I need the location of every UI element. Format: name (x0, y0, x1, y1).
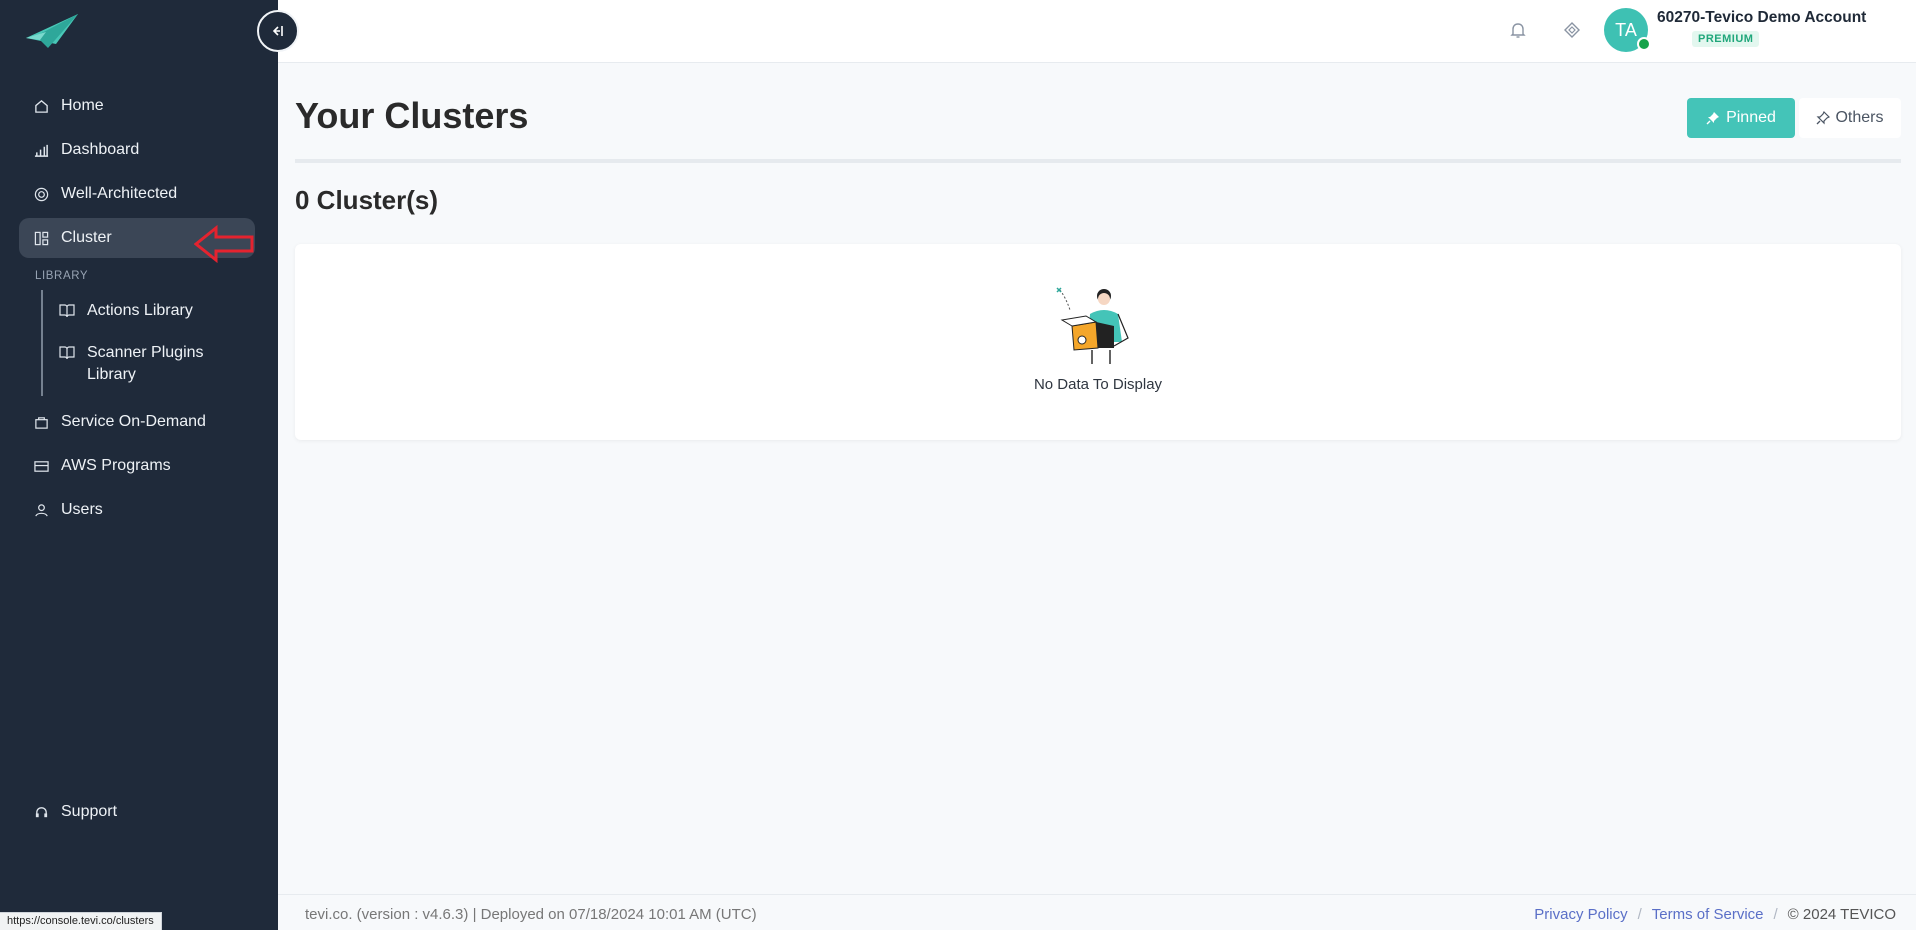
sidebar-item-label: Support (61, 803, 118, 820)
terms-of-service-link[interactable]: Terms of Service (1652, 906, 1764, 923)
sidebar-item-label: Users (61, 501, 103, 518)
home-icon (33, 98, 49, 114)
card-icon (33, 458, 49, 474)
online-status-dot (1637, 37, 1651, 51)
pinned-label: Pinned (1726, 109, 1776, 126)
headset-icon (33, 804, 49, 820)
book-icon (59, 303, 75, 319)
sidebar-item-home[interactable]: Home (19, 86, 255, 126)
footer-links: Privacy Policy / Terms of Service / © 20… (1534, 906, 1896, 923)
sidebar-item-scanner-plugins-library[interactable]: Scanner Plugins Library (41, 332, 255, 396)
sidebar-item-label: Cluster (61, 229, 112, 246)
bell-icon[interactable] (1508, 20, 1528, 40)
collapse-left-icon (272, 26, 283, 36)
sidebar-item-users[interactable]: Users (19, 490, 255, 530)
sidebar-item-label: Service On-Demand (61, 413, 206, 430)
plan-badge: PREMIUM (1692, 31, 1760, 47)
sidebar-section-library: LIBRARY (35, 270, 89, 282)
version-info: tevi.co. (version : v4.6.3) | Deployed o… (305, 906, 757, 923)
pin-outline-icon (1817, 111, 1831, 125)
sidebar-item-label: AWS Programs (61, 457, 171, 474)
others-toggle-button[interactable]: Others (1799, 98, 1901, 138)
empty-box-illustration-icon (1056, 287, 1129, 364)
sidebar-item-actions-library[interactable]: Actions Library (41, 290, 255, 332)
diamond-icon[interactable] (1562, 20, 1582, 40)
grid-icon (33, 230, 49, 246)
collapse-sidebar-button[interactable] (257, 10, 299, 52)
page-title: Your Clusters (295, 95, 529, 136)
user-icon (33, 502, 49, 518)
bar-chart-icon (33, 142, 49, 158)
sidebar-item-label: Dashboard (61, 141, 140, 158)
footer-separator: / (1637, 906, 1642, 923)
account-name[interactable]: 60270-Tevico Demo Account (1657, 9, 1866, 27)
pin-icon (1706, 112, 1720, 125)
target-icon (33, 186, 49, 202)
sidebar-item-dashboard[interactable]: Dashboard (19, 130, 255, 170)
sidebar-item-well-architected[interactable]: Well-Architected (19, 174, 255, 214)
privacy-policy-link[interactable]: Privacy Policy (1534, 906, 1627, 923)
book-icon (59, 345, 75, 361)
header-divider (295, 159, 1901, 163)
browser-status-url: https://console.tevi.co/clusters (0, 912, 162, 930)
footer-separator: / (1773, 906, 1778, 923)
sidebar-item-service-on-demand[interactable]: Service On-Demand (19, 402, 255, 442)
cluster-count: 0 Cluster(s) (295, 185, 439, 215)
logo-icon[interactable] (26, 14, 80, 48)
sidebar: Home Dashboard Well-Architected Cluster … (0, 0, 278, 930)
footer: tevi.co. (version : v4.6.3) | Deployed o… (278, 894, 1916, 930)
empty-state-text: No Data To Display (1033, 376, 1163, 393)
bag-icon (33, 414, 49, 430)
pinned-toggle-button[interactable]: Pinned (1687, 98, 1795, 138)
sidebar-item-aws-programs[interactable]: AWS Programs (19, 446, 255, 486)
library-group: Actions Library Scanner Plugins Library (41, 290, 255, 396)
sidebar-item-label: Home (61, 97, 104, 114)
others-label: Others (1835, 109, 1884, 126)
sidebar-nav: Home Dashboard Well-Architected Cluster … (19, 86, 255, 534)
sidebar-item-support[interactable]: Support (19, 792, 255, 832)
copyright-text: © 2024 TEVICO (1787, 906, 1896, 923)
sidebar-item-label: Well-Architected (61, 185, 178, 202)
sidebar-item-label: Actions Library (87, 302, 193, 319)
sidebar-support: Support (19, 792, 255, 836)
sidebar-item-label: Scanner Plugins Library (87, 344, 204, 383)
red-annotation-arrow-icon (194, 225, 254, 263)
